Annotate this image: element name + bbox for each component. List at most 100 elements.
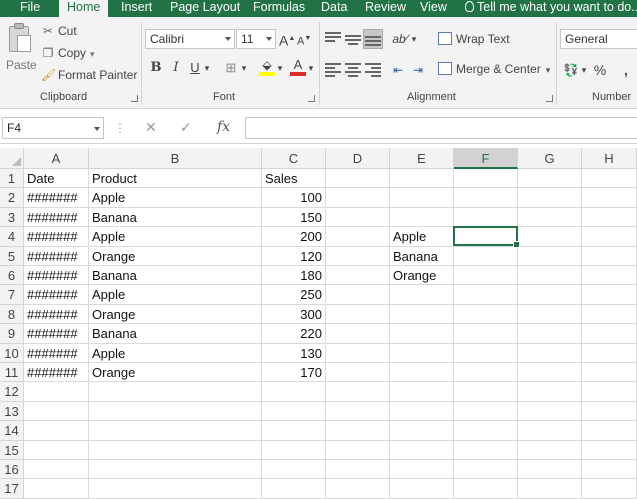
cell-c9[interactable]: 220 xyxy=(262,324,325,343)
row-header-13[interactable]: 13 xyxy=(0,402,24,421)
decrease-font-size-icon[interactable]: A▼ xyxy=(297,29,311,49)
cell-e5[interactable]: Banana xyxy=(390,247,453,266)
tell-me-search[interactable]: Tell me what you want to do... xyxy=(465,0,637,17)
font-color-icon[interactable]: A xyxy=(290,58,306,78)
cut-button[interactable]: ✂ Cut xyxy=(41,22,77,40)
row-header-8[interactable]: 8 xyxy=(0,305,24,324)
row-header-2[interactable]: 2 xyxy=(0,188,24,208)
tab-insert[interactable]: Insert xyxy=(121,0,152,17)
chevron-down-icon[interactable]: ▾ xyxy=(580,60,588,80)
align-middle-icon[interactable] xyxy=(345,32,361,46)
format-painter-button[interactable]: 🖌 Format Painter xyxy=(41,66,137,84)
select-all-button[interactable] xyxy=(0,148,24,169)
column-header-f[interactable]: F xyxy=(454,148,518,169)
align-left-icon[interactable] xyxy=(325,63,341,77)
row-header-1[interactable]: 1 xyxy=(0,169,24,188)
row-header-3[interactable]: 3 xyxy=(0,208,24,227)
cell-a7[interactable]: ####### xyxy=(24,285,88,304)
row-header-10[interactable]: 10 xyxy=(0,344,24,363)
align-right-icon[interactable] xyxy=(365,63,381,77)
cell-a10[interactable]: ####### xyxy=(24,344,88,363)
row-header-5[interactable]: 5 xyxy=(0,247,24,266)
orientation-icon[interactable]: ab⁄ xyxy=(391,29,409,49)
column-header-b[interactable]: B xyxy=(89,148,262,169)
cell-b6[interactable]: Banana xyxy=(89,266,261,285)
insert-function-icon[interactable]: fx xyxy=(217,119,230,135)
row-header-4[interactable]: 4 xyxy=(0,227,24,247)
align-center-icon[interactable] xyxy=(345,63,361,77)
comma-style-icon[interactable]: , xyxy=(618,60,634,80)
cell-b8[interactable]: Orange xyxy=(89,305,261,324)
row-header-7[interactable]: 7 xyxy=(0,285,24,305)
cell-c3[interactable]: 150 xyxy=(262,208,325,227)
cell-b4[interactable]: Apple xyxy=(89,227,261,246)
wrap-text-button[interactable]: Wrap Text xyxy=(438,29,510,49)
row-header-16[interactable]: 16 xyxy=(0,460,24,479)
merge-center-button[interactable]: Merge & Center ▾ xyxy=(438,59,550,79)
row-header-17[interactable]: 17 xyxy=(0,479,24,499)
cancel-entry-icon[interactable]: ✕ xyxy=(145,119,157,136)
cell-c6[interactable]: 180 xyxy=(262,266,325,285)
italic-icon[interactable]: I xyxy=(170,58,182,78)
cell-b10[interactable]: Apple xyxy=(89,344,261,363)
row-header-12[interactable]: 12 xyxy=(0,382,24,402)
column-header-a[interactable]: A xyxy=(24,148,89,169)
cell-a2[interactable]: ####### xyxy=(24,188,88,207)
cell-c8[interactable]: 300 xyxy=(262,305,325,324)
chevron-down-icon[interactable]: ▾ xyxy=(203,58,211,78)
name-box[interactable]: F4 xyxy=(2,117,104,139)
confirm-entry-icon[interactable]: ✓ xyxy=(180,119,192,136)
cell-b5[interactable]: Orange xyxy=(89,247,261,266)
copy-button[interactable]: ❐ Copy ▾ xyxy=(41,44,95,62)
cell-c4[interactable]: 200 xyxy=(262,227,325,246)
increase-indent-icon[interactable]: ⇥ xyxy=(409,60,427,80)
row-header-6[interactable]: 6 xyxy=(0,266,24,285)
increase-font-size-icon[interactable]: A▲ xyxy=(279,29,295,49)
font-size-select[interactable]: 11 xyxy=(236,29,276,49)
cell-b3[interactable]: Banana xyxy=(89,208,261,227)
chevron-down-icon[interactable]: ▾ xyxy=(276,58,284,78)
cell-e6[interactable]: Orange xyxy=(390,266,453,285)
cell-a9[interactable]: ####### xyxy=(24,324,88,343)
formula-input[interactable] xyxy=(245,117,637,139)
cell-e4[interactable]: Apple xyxy=(390,227,453,246)
underline-icon[interactable]: U xyxy=(189,58,201,78)
row-header-14[interactable]: 14 xyxy=(0,421,24,441)
cell-a3[interactable]: ####### xyxy=(24,208,88,227)
number-format-select[interactable]: General xyxy=(560,29,637,49)
row-header-11[interactable]: 11 xyxy=(0,363,24,382)
tab-page-layout[interactable]: Page Layout xyxy=(170,0,240,17)
cell-a11[interactable]: ####### xyxy=(24,363,88,382)
cell-c2[interactable]: 100 xyxy=(262,188,325,207)
paste-icon[interactable] xyxy=(7,23,33,55)
cell-a5[interactable]: ####### xyxy=(24,247,88,266)
cell-a6[interactable]: ####### xyxy=(24,266,88,285)
tab-home[interactable]: Home xyxy=(59,0,109,18)
tab-formulas[interactable]: Formulas xyxy=(253,0,305,17)
spreadsheet-grid[interactable]: A B C D E F G H 1 2 3 4 5 6 7 8 9 10 11 12 13 14 15 16 17 Date ###… xyxy=(0,148,637,499)
bold-icon[interactable]: B xyxy=(149,58,163,78)
paste-button[interactable]: Paste xyxy=(6,58,37,72)
cell-c11[interactable]: 170 xyxy=(262,363,325,382)
tab-view[interactable]: View xyxy=(420,0,447,17)
column-header-g[interactable]: G xyxy=(518,148,582,169)
column-header-e[interactable]: E xyxy=(390,148,454,169)
active-cell-selection[interactable] xyxy=(453,226,520,248)
clipboard-launcher-icon[interactable] xyxy=(131,95,138,102)
cell-a4[interactable]: ####### xyxy=(24,227,88,246)
row-header-15[interactable]: 15 xyxy=(0,441,24,460)
chevron-down-icon[interactable]: ▾ xyxy=(307,58,315,78)
cell-c10[interactable]: 130 xyxy=(262,344,325,363)
chevron-down-icon[interactable]: ▾ xyxy=(410,29,418,49)
tab-file[interactable]: File xyxy=(20,0,40,17)
cell-a8[interactable]: ####### xyxy=(24,305,88,324)
cell-b1[interactable]: Product xyxy=(89,169,261,188)
align-top-icon[interactable] xyxy=(325,32,341,46)
cell-b7[interactable]: Apple xyxy=(89,285,261,304)
column-header-c[interactable]: C xyxy=(262,148,326,169)
decrease-indent-icon[interactable]: ⇤ xyxy=(389,60,407,80)
cell-a1[interactable]: Date xyxy=(24,169,88,188)
accounting-format-icon[interactable]: 💱 xyxy=(562,60,580,80)
font-launcher-icon[interactable] xyxy=(308,95,315,102)
cell-c1[interactable]: Sales xyxy=(262,169,325,188)
